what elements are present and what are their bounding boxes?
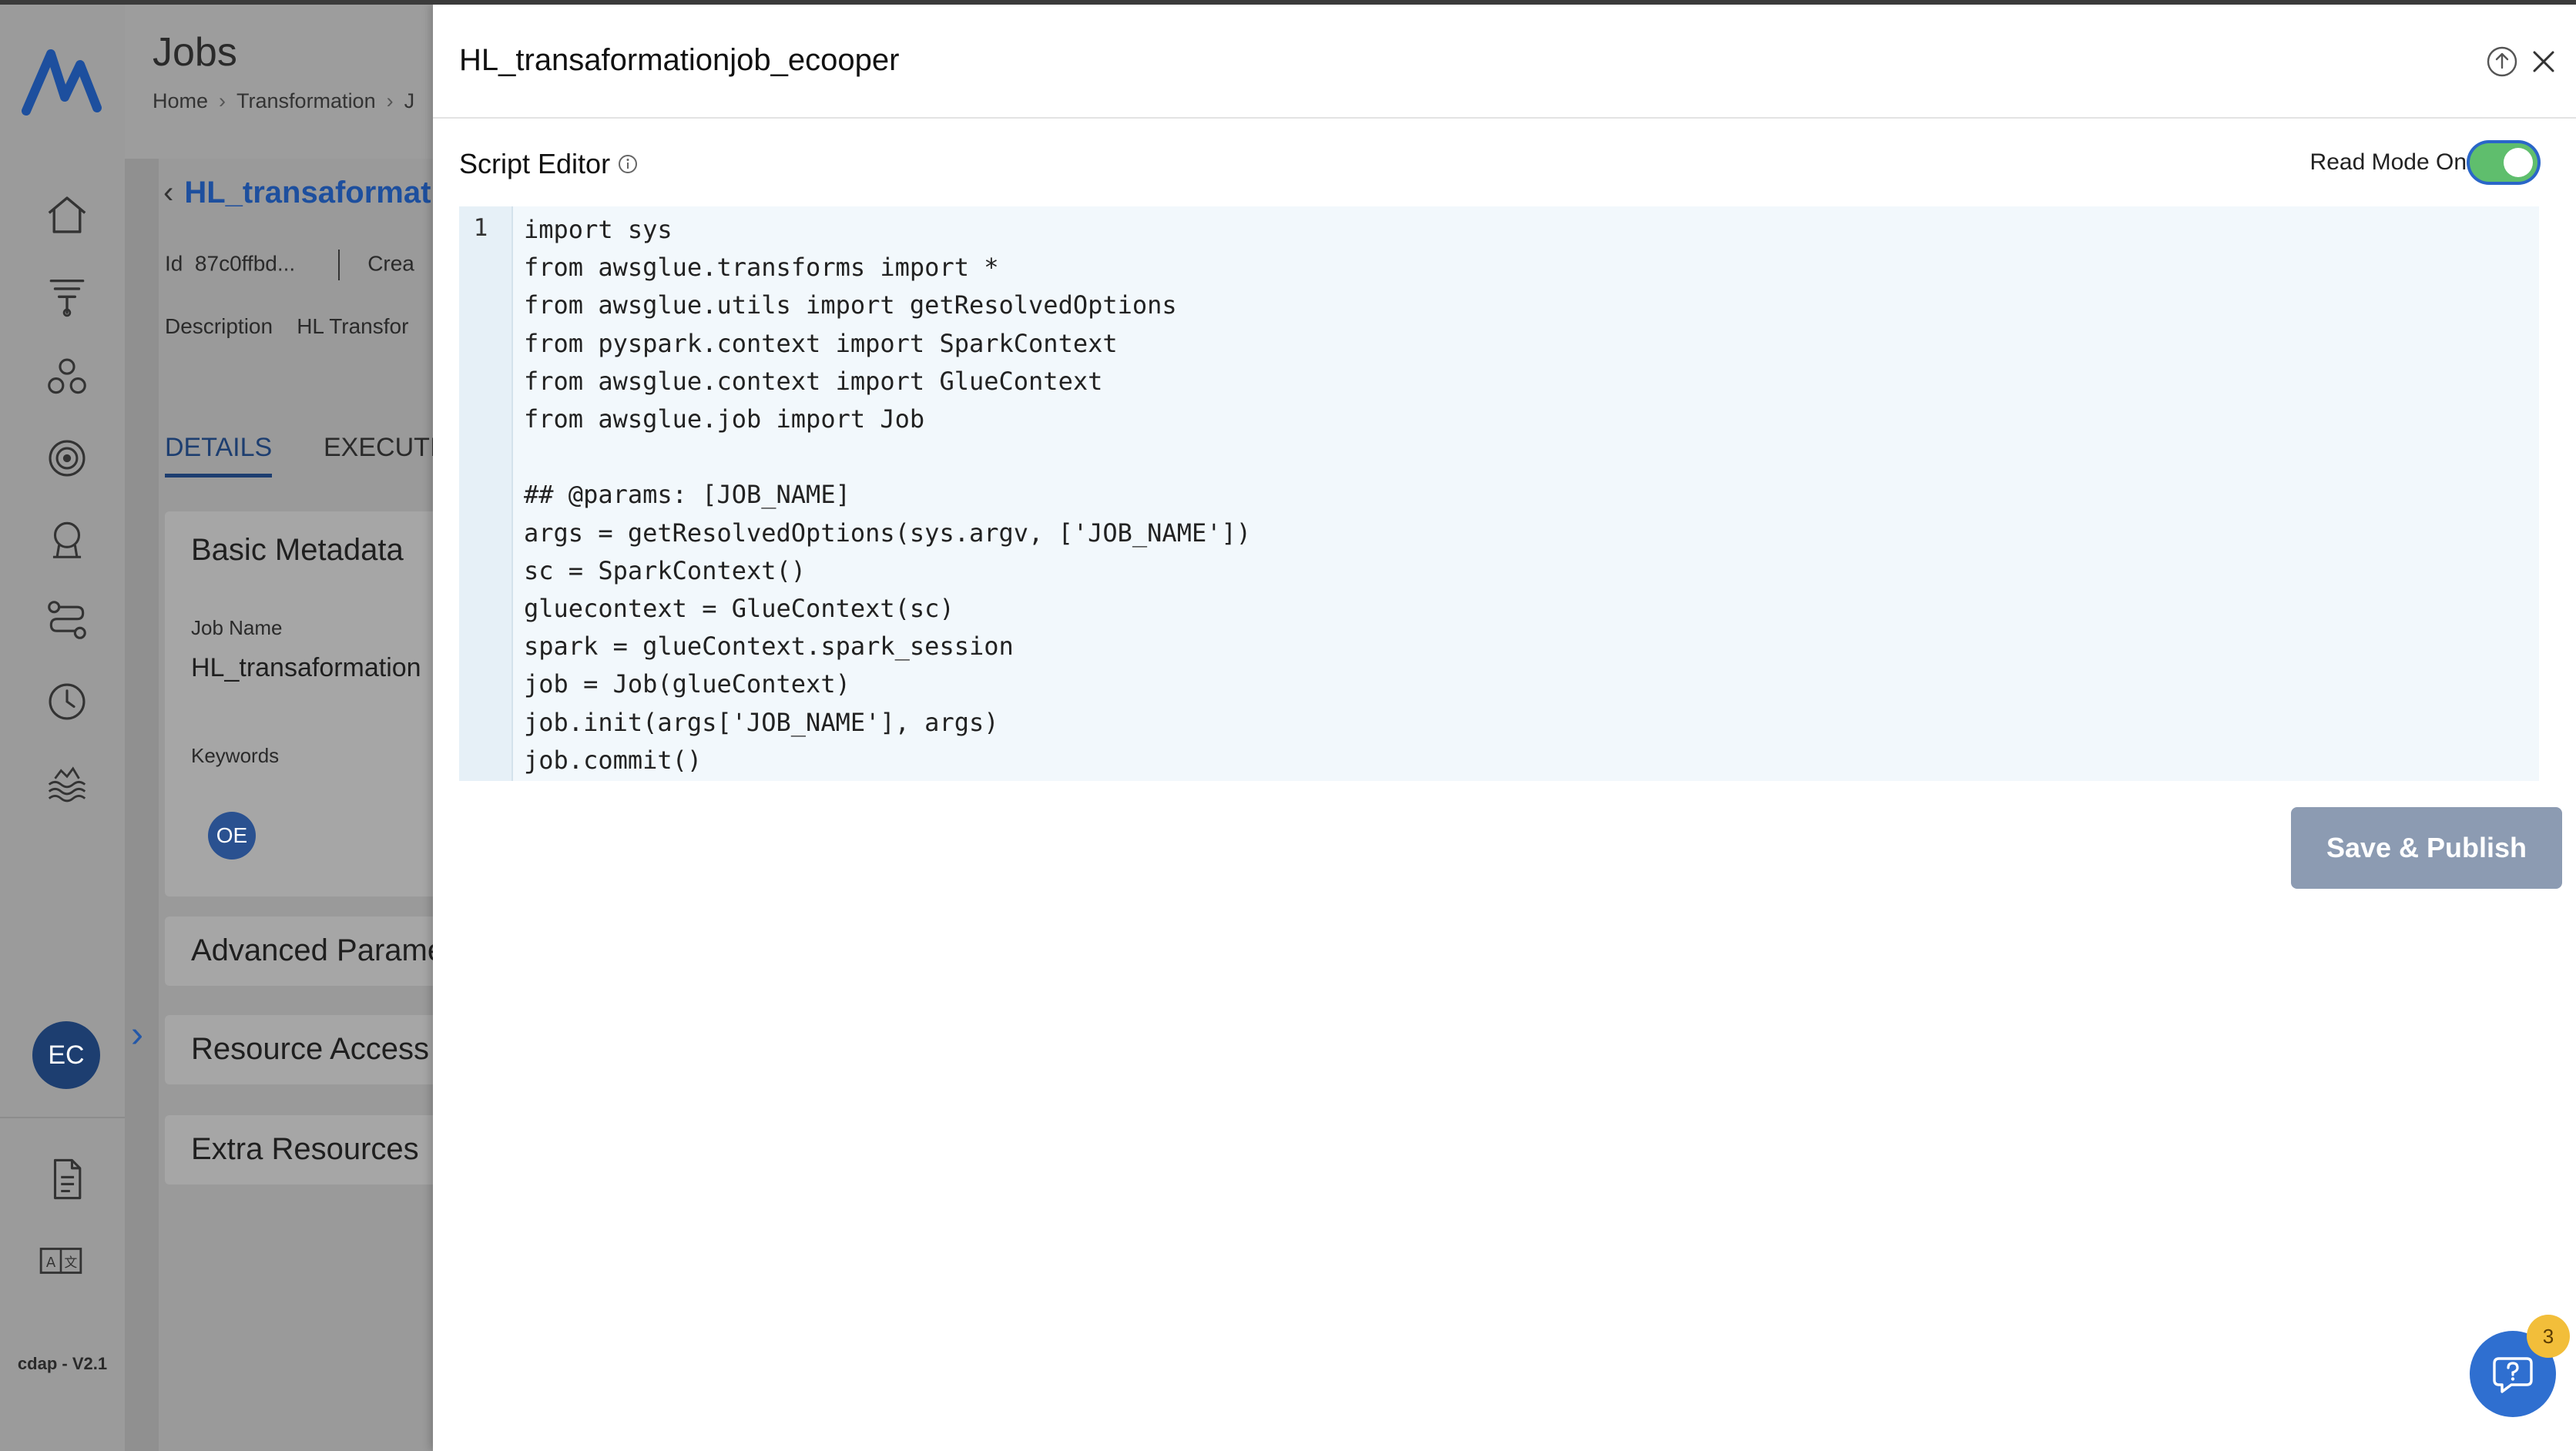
job-detail-page: Jobs Home › Transformation › J › ‹ HL_transaf…: [125, 5, 433, 1451]
script-code[interactable]: import sys from awsglue.transforms impor…: [524, 211, 1251, 779]
notification-badge: 3: [2527, 1315, 2570, 1358]
card-title: Basic Metadata: [191, 533, 404, 567]
chevron-left-icon: ‹: [163, 176, 174, 209]
keyword-chip[interactable]: OE: [208, 812, 256, 860]
page-title: Jobs: [153, 30, 237, 75]
id-label: Id: [165, 251, 183, 276]
workflow-icon[interactable]: [40, 593, 94, 647]
funnel-icon[interactable]: [40, 269, 94, 323]
breadcrumb-current[interactable]: J: [404, 89, 415, 112]
certificate-icon[interactable]: [40, 512, 94, 566]
job-description: Description HL Transfor: [165, 314, 408, 339]
toggle-knob: [2504, 148, 2533, 177]
description-label: Description: [165, 314, 273, 338]
target-icon[interactable]: [40, 431, 94, 485]
top-border: [0, 0, 2576, 5]
breadcrumb-home[interactable]: Home: [153, 89, 208, 112]
created-label: Crea: [367, 251, 414, 276]
page-header: Jobs Home › Transformation › J: [125, 5, 433, 159]
read-mode-toggle[interactable]: [2470, 143, 2537, 182]
translate-icon[interactable]: A文: [34, 1234, 88, 1288]
line-number-gutter: 1: [459, 206, 513, 781]
chevron-right-icon: ›: [386, 89, 394, 112]
save-publish-button[interactable]: Save & Publish: [2291, 807, 2562, 889]
basic-metadata-card: Basic Metadata Job Name HL_transaformati…: [165, 511, 433, 896]
advanced-parameters-card[interactable]: Advanced Parame: [165, 917, 433, 986]
card-title: Extra Resources: [191, 1132, 419, 1166]
card-title: Advanced Parame: [191, 933, 433, 967]
home-icon[interactable]: [40, 188, 94, 242]
chevron-right-icon: ›: [219, 89, 226, 112]
upload-icon[interactable]: [2484, 43, 2521, 80]
tab-executions[interactable]: EXECUTI: [324, 433, 433, 463]
help-chat-icon: [2493, 1357, 2533, 1393]
breadcrumb-transformation[interactable]: Transformation: [236, 89, 376, 112]
app-version: cdap - V2.1: [17, 1354, 108, 1373]
description-value: HL Transfor: [297, 314, 409, 338]
meta-divider: [338, 250, 340, 280]
close-icon[interactable]: [2525, 43, 2562, 80]
app-sidebar: EC A文 cdap - V2.1: [0, 0, 125, 1451]
chevron-right-icon[interactable]: ›: [131, 1014, 143, 1056]
resource-access-card[interactable]: Resource Access: [165, 1015, 433, 1084]
job-meta: Id 87c0ffbd... Crea: [165, 250, 414, 280]
back-to-job-link[interactable]: ‹ HL_transaformatio: [163, 176, 433, 210]
script-editor-label: Script Editor: [459, 148, 638, 180]
data-lake-icon[interactable]: [40, 756, 94, 809]
read-mode-label: Read Mode On: [2309, 149, 2467, 175]
script-editor-drawer: HL_transaformationjob_ecooper Script Edi…: [433, 5, 2576, 1451]
card-title: Resource Access: [191, 1032, 430, 1066]
id-value: 87c0ffbd...: [194, 251, 296, 276]
svg-text:文: 文: [65, 1255, 78, 1270]
breadcrumb: Home › Transformation › J: [153, 89, 414, 113]
document-icon[interactable]: [40, 1152, 94, 1206]
svg-text:A: A: [46, 1255, 56, 1271]
avatar[interactable]: EC: [32, 1021, 100, 1089]
logo-icon[interactable]: [20, 43, 105, 120]
line-number: 1: [473, 214, 488, 242]
extra-resources-card[interactable]: Extra Resources: [165, 1115, 433, 1185]
job-name-label: Job Name: [191, 616, 283, 639]
tab-details[interactable]: DETAILS: [165, 433, 273, 478]
drawer-header: HL_transaformationjob_ecooper: [433, 5, 2576, 119]
collapse-rail: ›: [125, 159, 159, 1451]
cluster-icon[interactable]: [40, 350, 94, 404]
keywords-label: Keywords: [191, 744, 280, 767]
job-name-value: HL_transaformation: [191, 653, 421, 682]
drawer-title: HL_transaformationjob_ecooper: [459, 43, 900, 77]
clock-icon[interactable]: [40, 675, 94, 729]
sidebar-divider: [0, 1117, 125, 1118]
job-link-text: HL_transaformatio: [184, 176, 433, 209]
info-icon[interactable]: [618, 154, 638, 174]
section-label-text: Script Editor: [459, 148, 611, 179]
code-editor[interactable]: 1 import sys from awsglue.transforms imp…: [459, 206, 2539, 781]
